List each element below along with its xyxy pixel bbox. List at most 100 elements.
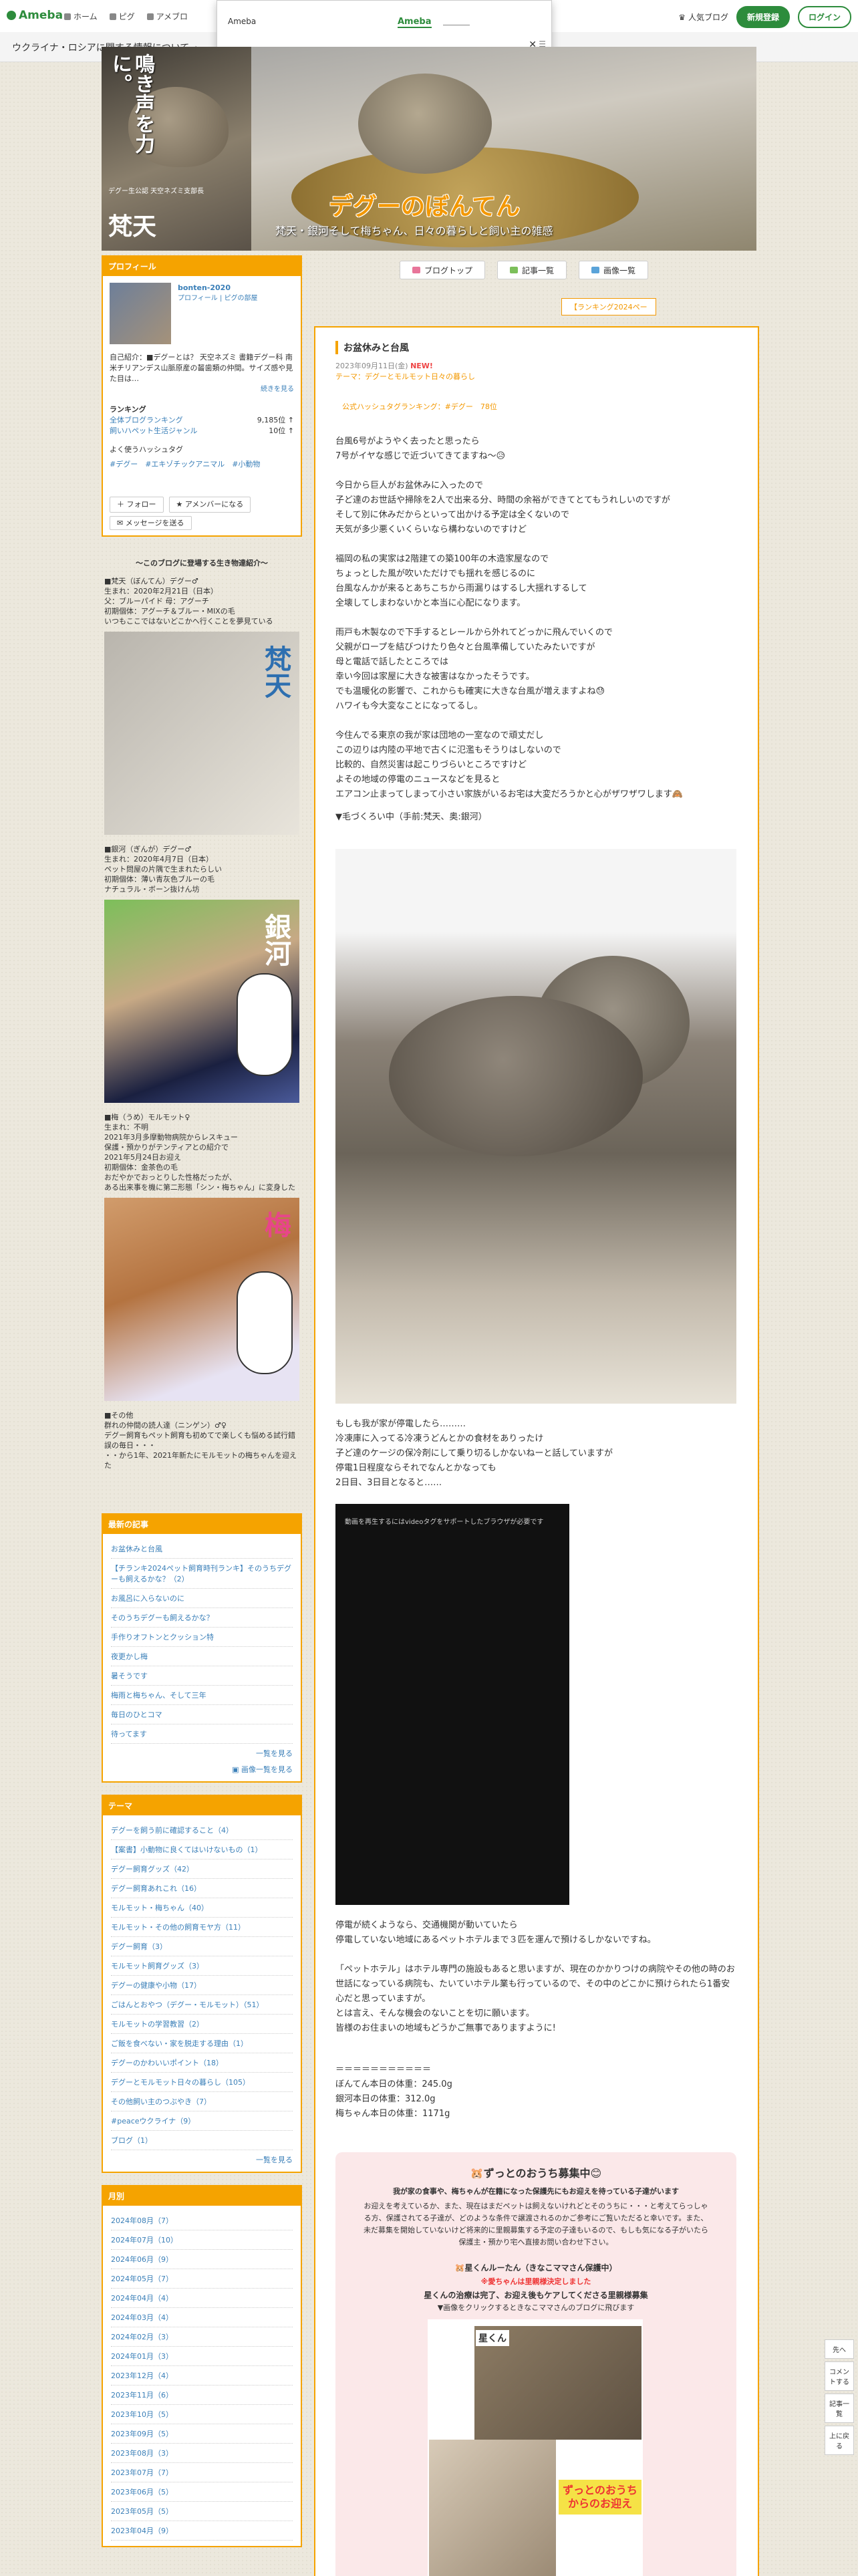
video-player[interactable]: 動画を再生するにはvideoタグをサポートしたブラウザが必要です: [335, 1504, 569, 1905]
other-description: ■その他 群れの仲間の読人達（ニンゲン）♂♀ デグー飼育もペット飼育も初めてで楽…: [104, 1411, 297, 1470]
month-item[interactable]: 2023年08月（3）: [111, 2444, 293, 2463]
month-item[interactable]: 2023年06月（5）: [111, 2482, 293, 2502]
month-item[interactable]: 2023年07月（7）: [111, 2463, 293, 2482]
theme-item[interactable]: ブログ（1）: [111, 2131, 293, 2150]
message-button[interactable]: ✉ メッセージを送る: [110, 516, 192, 530]
theme-item[interactable]: デグーのかわいいポイント（18）: [111, 2053, 293, 2073]
recent-entry[interactable]: 夜更かし梅: [111, 1647, 293, 1666]
paragraph: 停電が続くようなら、交通機関が動いていたら 停電していない地域にあるペットホテル…: [335, 1920, 656, 1945]
blog-header[interactable]: 鳴き声を力に。 デグー生公認 天空ネズミ支部長 梵天 デグーのぼんてん 梵天・銀…: [102, 47, 756, 251]
entries-icon: [510, 267, 519, 273]
bonten-image[interactable]: 梵天: [104, 632, 299, 835]
entries-list-button[interactable]: 記事一覧: [497, 261, 567, 279]
hashtags-list[interactable]: #デグー #エキゾチックアニマル #小動物: [110, 459, 294, 470]
theme-item[interactable]: ごはんとおやつ（デグー・モルモット）（51）: [111, 1995, 293, 2015]
month-item[interactable]: 2024年08月（7）: [111, 2211, 293, 2230]
comment-button[interactable]: コメントする: [825, 2361, 854, 2391]
article-title[interactable]: お盆休みと台風: [335, 341, 409, 354]
month-item[interactable]: 2023年12月（4）: [111, 2366, 293, 2386]
profile-thumbnail[interactable]: [110, 283, 171, 344]
theme-item[interactable]: デグー飼育（3）: [111, 1937, 293, 1956]
ranking-row-genre[interactable]: 飼いハペット生活ジャンル 10位 ↑: [110, 426, 294, 436]
speech-bubble-2: [237, 1271, 293, 1374]
recent-entry[interactable]: そのうちデグーも飼えるかな？: [111, 1608, 293, 1628]
recent-entry[interactable]: 梅雨と梅ちゃん、そして三年: [111, 1686, 293, 1705]
ameba-logo[interactable]: Ameba: [7, 9, 63, 22]
theme-item[interactable]: #peaceウクライナ（9）: [111, 2111, 293, 2131]
blog-title[interactable]: デグーのぼんてん: [329, 187, 520, 222]
signup-button[interactable]: 新規登録: [736, 6, 790, 28]
theme-item[interactable]: ご飯を食べない・家を脱走する理由（1）: [111, 2034, 293, 2053]
recent-images-link[interactable]: ▣ 画像一覧を見る: [111, 1760, 293, 1776]
theme-more-link[interactable]: 一覧を見る: [111, 2150, 293, 2166]
images-list-button[interactable]: 画像一覧: [579, 261, 649, 279]
bonten-shape: [389, 996, 643, 1156]
recent-entry[interactable]: 【チランキ2024ペット飼育時刊ランキ】そのうちデグーも飼えるかな？（2）: [111, 1559, 293, 1589]
theme-item[interactable]: モルモット・梅ちゃん（40）: [111, 1898, 293, 1918]
amember-button[interactable]: ★ アメンバーになる: [168, 497, 251, 513]
profile-name[interactable]: bonten-2020: [178, 283, 258, 293]
ginga-image[interactable]: 銀河: [104, 900, 299, 1103]
month-item[interactable]: 2024年01月（3）: [111, 2347, 293, 2366]
recent-entries-header: 最新の記事: [103, 1515, 301, 1534]
recent-entry[interactable]: お風呂に入らないのに: [111, 1589, 293, 1608]
theme-item[interactable]: その他飼い主のつぶやき（7）: [111, 2092, 293, 2111]
recent-entry[interactable]: 暑そうです: [111, 1666, 293, 1686]
dropdown-selected-tab[interactable]: Ameba: [398, 17, 432, 28]
theme-item[interactable]: モルモットの学習教習（2）: [111, 2015, 293, 2034]
profile-links[interactable]: プロフィール | ピグの部屋: [178, 293, 258, 304]
ranking-row-overall[interactable]: 全体ブログランキング 9,185位 ↑: [110, 415, 294, 426]
popular-blog-link[interactable]: ♛ 人気ブログ: [678, 11, 728, 23]
theme-item[interactable]: デグー飼育グッズ（42）: [111, 1859, 293, 1879]
theme-item[interactable]: デグーを飼う前に確認すること（4）: [111, 1821, 293, 1840]
entries-button[interactable]: 記事一覧: [825, 2394, 854, 2423]
hashtags-title: よく使うハッシュタグ: [110, 445, 183, 454]
month-item[interactable]: 2024年05月（7）: [111, 2269, 293, 2289]
monthly-box: 月別 2024年08月（7） 2024年07月（10） 2024年06月（9） …: [102, 2185, 302, 2547]
month-item[interactable]: 2023年11月（6）: [111, 2386, 293, 2405]
bonten-description: ■梵天（ぼんてん）デグー♂ 生まれ：2020年2月21日（日本） 父：ブルーパイ…: [104, 577, 273, 626]
month-item[interactable]: 2023年10月（5）: [111, 2405, 293, 2424]
theme-item[interactable]: 【案書】小動物に良くてはいけないもの（1）: [111, 1840, 293, 1859]
month-item[interactable]: 2023年05月（5）: [111, 2502, 293, 2521]
blog-top-button[interactable]: ブログトップ: [400, 261, 486, 279]
recent-entry[interactable]: 待ってます: [111, 1724, 293, 1744]
theme-item[interactable]: デグーの健康や小物（17）: [111, 1976, 293, 1995]
ume-image[interactable]: 梅: [104, 1198, 299, 1401]
ranking-banner-button[interactable]: 【ランキング2024ペー: [561, 298, 656, 315]
month-item[interactable]: 2023年04月（9）: [111, 2521, 293, 2541]
monthly-header: 月別: [103, 2186, 301, 2206]
article-theme[interactable]: テーマ：デグーとモルモット日々の暮らし: [335, 372, 475, 382]
image-caption: ▼毛づくろい中（手前:梵天、奥:銀河）: [335, 812, 487, 822]
month-item[interactable]: 2024年07月（10）: [111, 2230, 293, 2250]
nav-ameblo[interactable]: アメブロ: [146, 11, 188, 22]
article-body-1: 台風6号がようやく去ったと思ったら 7号がイヤな感じで近づいてきてますね〜😥 今…: [335, 434, 736, 840]
theme-item[interactable]: デグーとモルモット日々の暮らし（105）: [111, 2073, 293, 2092]
follow-button[interactable]: ＋ フォロー: [110, 497, 164, 513]
month-item[interactable]: 2024年03月（4）: [111, 2308, 293, 2327]
month-item[interactable]: 2024年02月（3）: [111, 2327, 293, 2347]
theme-item[interactable]: デグー飼育あれこれ（16）: [111, 1879, 293, 1898]
recent-entry[interactable]: 毎日のひとコマ: [111, 1705, 293, 1724]
promo-image[interactable]: 星くん ずっとのおうちからのお迎え: [428, 2319, 643, 2576]
theme-item[interactable]: モルモット・その他の飼育モヤ方（11）: [111, 1918, 293, 1937]
month-item[interactable]: 2023年09月（5）: [111, 2424, 293, 2444]
ameba-logo-text: Ameba: [19, 9, 63, 22]
login-button[interactable]: ログイン: [797, 6, 851, 28]
recent-more-link[interactable]: 一覧を見る: [111, 1744, 293, 1760]
hashtag-ranking[interactable]: 公式ハッシュタグランキング：#デグー 78位: [342, 401, 497, 412]
nav-pigg[interactable]: ピグ: [109, 11, 135, 22]
back-to-top-button[interactable]: 上に戻る: [825, 2426, 854, 2455]
month-item[interactable]: 2024年04月（4）: [111, 2289, 293, 2308]
recent-entry[interactable]: 手作りオフトンとクッション特: [111, 1628, 293, 1647]
promo-image-tag: ずっとのおうちからのお迎え: [559, 2480, 641, 2515]
profile-more-link[interactable]: 続きを見る: [110, 384, 294, 395]
nav-home[interactable]: ホーム: [64, 11, 98, 22]
article-date: 2023年09月11日(金): [335, 362, 408, 370]
month-item[interactable]: 2024年06月（9）: [111, 2250, 293, 2269]
degus-grooming-photo[interactable]: [335, 849, 736, 1404]
dropdown-label: Ameba: [228, 17, 257, 26]
theme-item[interactable]: モルモット飼育グッズ（3）: [111, 1956, 293, 1976]
next-button[interactable]: 先へ: [825, 2339, 854, 2359]
recent-entry[interactable]: お盆休みと台風: [111, 1539, 293, 1559]
